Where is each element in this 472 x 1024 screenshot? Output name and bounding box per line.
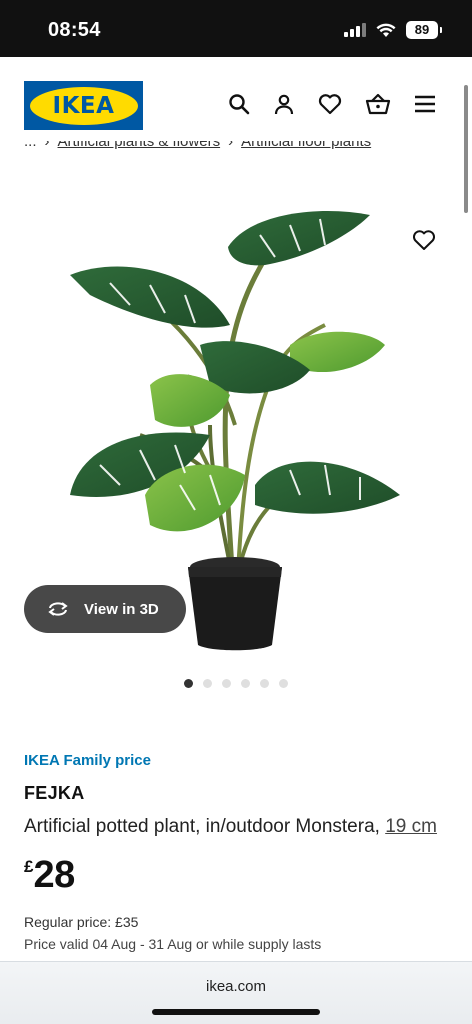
rotate-3d-icon: [48, 602, 68, 616]
url-text[interactable]: ikea.com: [0, 978, 472, 995]
price-currency: £: [24, 857, 34, 876]
breadcrumb-ellipsis[interactable]: ...: [24, 141, 37, 150]
status-icons: 89: [344, 21, 442, 39]
product-size-link[interactable]: 19 cm: [385, 816, 437, 837]
wifi-icon: [376, 23, 396, 37]
breadcrumb-separator: ›: [44, 141, 50, 150]
product-description: Artificial potted plant, in/outdoor Mons…: [24, 812, 454, 842]
battery-icon: 89: [406, 21, 442, 39]
carousel-dot[interactable]: [260, 679, 269, 688]
family-price-label: IKEA Family price: [24, 752, 151, 769]
price-validity: Price valid 04 Aug - 31 Aug or while sup…: [24, 936, 322, 952]
carousel-dot[interactable]: [222, 679, 231, 688]
product-info: IKEA Family price FEJKA Artificial potte…: [24, 752, 454, 952]
carousel-dot[interactable]: [279, 679, 288, 688]
favourites-icon[interactable]: [318, 93, 342, 115]
carousel-dot[interactable]: [184, 679, 193, 688]
menu-icon[interactable]: [414, 94, 436, 114]
header-nav: [228, 93, 436, 115]
price-amount: 28: [33, 854, 75, 896]
status-time: 08:54: [48, 19, 101, 41]
view-in-3d-label: View in 3D: [84, 600, 159, 618]
search-icon[interactable]: [228, 93, 250, 115]
browser-url-bar[interactable]: ikea.com: [0, 961, 472, 1024]
breadcrumb: ... › Artificial plants & flowers › Arti…: [24, 141, 454, 161]
site-header: IKEA: [0, 57, 472, 149]
product-description-text: Artificial potted plant, in/outdoor Mons…: [24, 816, 380, 837]
logo-oval: IKEA: [29, 86, 138, 125]
signal-icon: [344, 23, 366, 37]
ikea-logo[interactable]: IKEA: [24, 81, 143, 130]
breadcrumb-link-artificial-plants[interactable]: Artificial plants & flowers: [58, 141, 221, 150]
regular-price: Regular price: £35: [24, 914, 139, 930]
home-indicator[interactable]: [152, 1009, 320, 1015]
carousel-dot[interactable]: [203, 679, 212, 688]
breadcrumb-separator: ›: [228, 141, 234, 150]
logo-text: IKEA: [52, 92, 115, 119]
account-icon[interactable]: [273, 93, 295, 115]
product-name: FEJKA: [24, 783, 85, 803]
breadcrumb-link-floor-plants[interactable]: Artificial floor plants: [241, 141, 371, 150]
favourite-heart-icon[interactable]: [412, 229, 436, 251]
status-bar: 08:54 89: [0, 0, 472, 57]
view-in-3d-button[interactable]: View in 3D: [24, 585, 186, 633]
carousel-dots: [0, 679, 472, 688]
shopping-basket-icon[interactable]: [365, 93, 391, 115]
carousel-dot[interactable]: [241, 679, 250, 688]
product-image-gallery[interactable]: View in 3D: [0, 165, 472, 688]
product-price: £ 28: [24, 856, 454, 894]
